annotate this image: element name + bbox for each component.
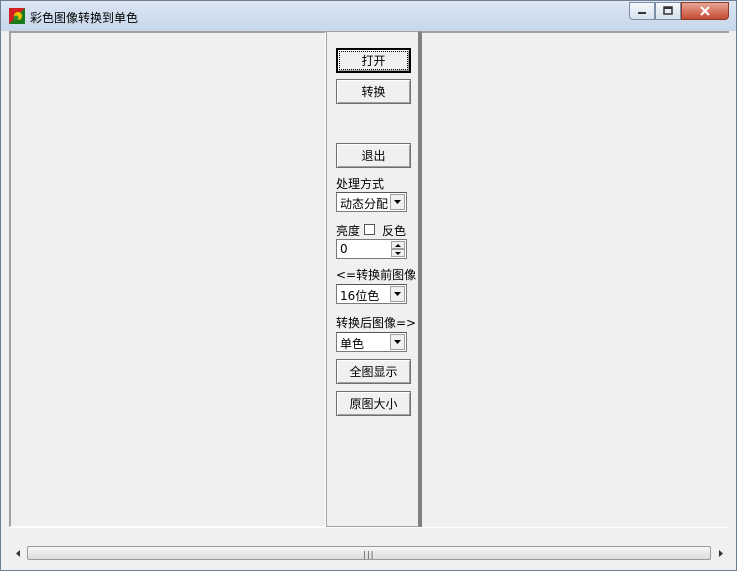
dropdown-arrow[interactable] xyxy=(390,194,405,210)
control-panel: 打开 转换 退出 处理方式 动态分配 亮度 反色 0 <=转换前图像 16位色 … xyxy=(326,31,420,527)
source-image-pane xyxy=(9,31,326,527)
maximize-button[interactable] xyxy=(655,2,681,20)
status-bar xyxy=(9,527,729,544)
before-format-value: 16位色 xyxy=(340,289,380,303)
scroll-left-button[interactable] xyxy=(9,545,26,562)
window-title: 彩色图像转换到单色 xyxy=(30,11,139,25)
stepper-buttons xyxy=(391,241,405,257)
after-format-value: 单色 xyxy=(340,337,365,351)
minimize-icon xyxy=(638,12,646,14)
arrow-down-icon xyxy=(395,251,401,255)
after-image-label: 转换后图像=> xyxy=(336,316,417,330)
horizontal-scrollbar[interactable]: ||| xyxy=(9,545,729,562)
maximize-icon xyxy=(663,6,673,15)
scrollbar-thumb[interactable]: ||| xyxy=(27,546,711,560)
close-icon xyxy=(700,6,710,16)
exit-button[interactable]: 退出 xyxy=(336,143,411,168)
arrow-left-icon xyxy=(15,550,20,557)
minimize-button[interactable] xyxy=(629,2,655,20)
app-icon xyxy=(9,8,25,24)
chevron-down-icon xyxy=(394,340,401,344)
before-format-select[interactable]: 16位色 xyxy=(336,284,407,304)
arrow-up-icon xyxy=(395,243,401,247)
scroll-right-button[interactable] xyxy=(712,545,729,562)
method-select[interactable]: 动态分配 xyxy=(336,192,407,212)
result-image-pane xyxy=(420,31,729,527)
convert-button[interactable]: 转换 xyxy=(336,79,411,104)
fit-view-button[interactable]: 全图显示 xyxy=(336,359,411,384)
invert-checkbox[interactable] xyxy=(364,224,375,235)
invert-label: 反色 xyxy=(382,224,407,238)
method-label: 处理方式 xyxy=(336,177,385,191)
stepper-down-button[interactable] xyxy=(391,249,405,257)
chevron-down-icon xyxy=(394,292,401,296)
brightness-stepper[interactable]: 0 xyxy=(336,239,407,259)
stepper-up-button[interactable] xyxy=(391,241,405,249)
dropdown-arrow[interactable] xyxy=(390,334,405,350)
before-image-label: <=转换前图像 xyxy=(336,268,417,282)
arrow-right-icon xyxy=(718,550,723,557)
app-window: 彩色图像转换到单色 打开 转换 退出 处理方式 动态分配 亮度 反色 0 <=转… xyxy=(0,0,737,571)
brightness-label: 亮度 xyxy=(336,224,361,238)
close-button[interactable] xyxy=(681,2,729,20)
after-format-select[interactable]: 单色 xyxy=(336,332,407,352)
client-area: 打开 转换 退出 处理方式 动态分配 亮度 反色 0 <=转换前图像 16位色 … xyxy=(9,31,729,564)
chevron-down-icon xyxy=(394,200,401,204)
grip-icon: ||| xyxy=(362,550,374,559)
title-bar: 彩色图像转换到单色 xyxy=(1,1,736,31)
open-button[interactable]: 打开 xyxy=(336,48,411,73)
dropdown-arrow[interactable] xyxy=(390,286,405,302)
method-value: 动态分配 xyxy=(340,197,389,211)
brightness-value: 0 xyxy=(340,242,348,256)
original-size-button[interactable]: 原图大小 xyxy=(336,391,411,416)
